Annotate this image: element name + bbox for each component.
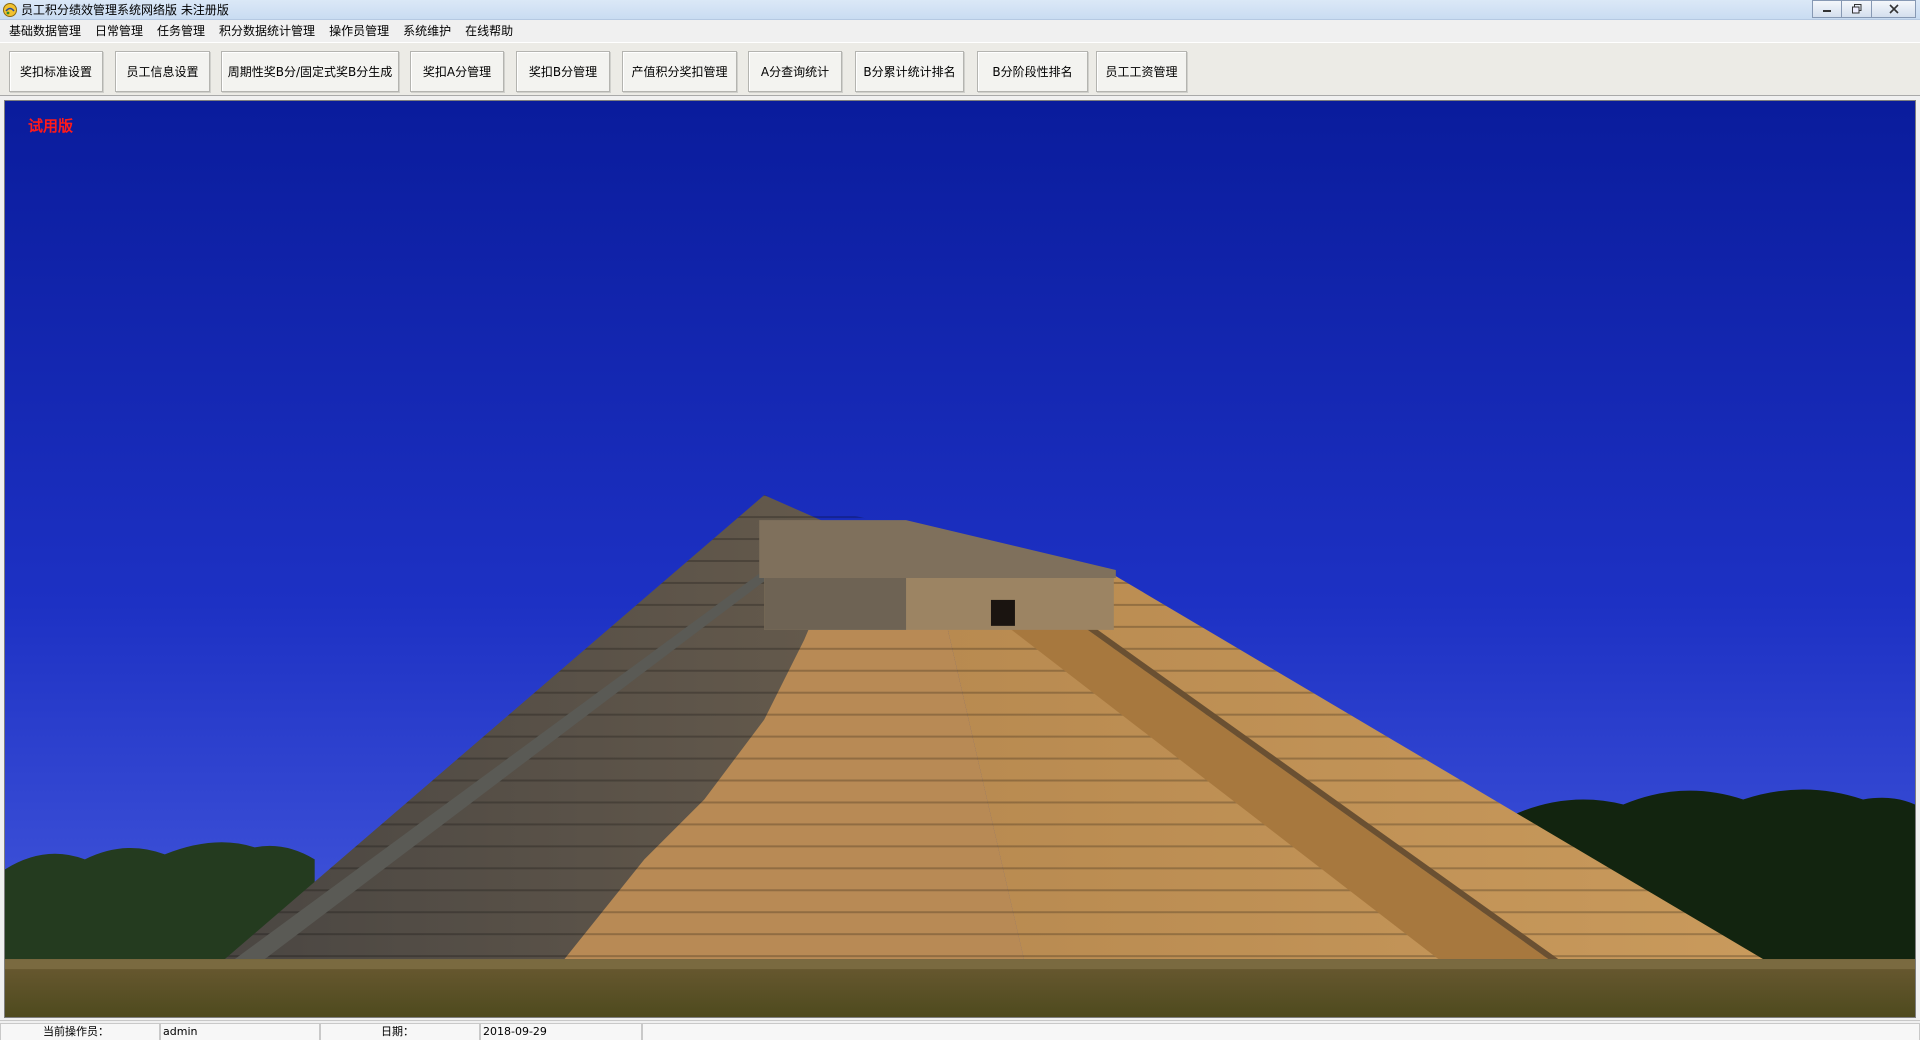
title-bar: 员工积分绩效管理系统网络版 未注册版 <box>0 0 1920 20</box>
reward-standard-button[interactable]: 奖扣标准设置 <box>9 51 103 92</box>
close-icon[interactable] <box>1872 0 1916 18</box>
menu-operators[interactable]: 操作员管理 <box>322 22 396 40</box>
status-bar-filler <box>642 1023 1920 1040</box>
pyramid-photo <box>5 101 1915 1017</box>
menu-daily[interactable]: 日常管理 <box>88 22 150 40</box>
employee-info-button[interactable]: 员工信息设置 <box>115 51 210 92</box>
operator-value: admin <box>160 1023 320 1040</box>
menu-bar: 基础数据管理 日常管理 任务管理 积分数据统计管理 操作员管理 系统维护 在线帮… <box>0 21 1920 41</box>
date-value: 2018-09-29 <box>480 1023 642 1040</box>
menu-tasks[interactable]: 任务管理 <box>150 22 212 40</box>
b-points-manage-button[interactable]: 奖扣B分管理 <box>516 51 610 92</box>
b-points-ranking-button[interactable]: B分累计统计排名 <box>855 51 964 92</box>
window-controls <box>1812 0 1916 18</box>
menu-maintenance[interactable]: 系统维护 <box>396 22 458 40</box>
menu-basic-data[interactable]: 基础数据管理 <box>2 22 88 40</box>
date-label: 日期： <box>320 1023 480 1040</box>
operator-label: 当前操作员： <box>0 1023 160 1040</box>
app-logo-icon <box>3 3 17 17</box>
menu-statistics[interactable]: 积分数据统计管理 <box>212 22 322 40</box>
a-points-manage-button[interactable]: 奖扣A分管理 <box>410 51 504 92</box>
main-background-area: 试用版 <box>4 100 1916 1018</box>
window-title: 员工积分绩效管理系统网络版 未注册版 <box>21 3 229 17</box>
output-points-button[interactable]: 产值积分奖扣管理 <box>622 51 737 92</box>
trial-version-label: 试用版 <box>28 117 74 135</box>
salary-manage-button[interactable]: 员工工资管理 <box>1096 51 1187 92</box>
generate-b-points-button[interactable]: 周期性奖B分/固定式奖B分生成 <box>221 51 399 92</box>
b-points-stage-ranking-button[interactable]: B分阶段性排名 <box>977 51 1088 92</box>
restore-icon[interactable] <box>1842 0 1872 18</box>
menu-help[interactable]: 在线帮助 <box>458 22 520 40</box>
minimize-icon[interactable] <box>1812 0 1842 18</box>
toolbar: 奖扣标准设置 员工信息设置 周期性奖B分/固定式奖B分生成 奖扣A分管理 奖扣B… <box>0 42 1920 96</box>
status-bar: 当前操作员： admin 日期： 2018-09-29 <box>0 1020 1920 1040</box>
a-points-query-button[interactable]: A分查询统计 <box>748 51 842 92</box>
